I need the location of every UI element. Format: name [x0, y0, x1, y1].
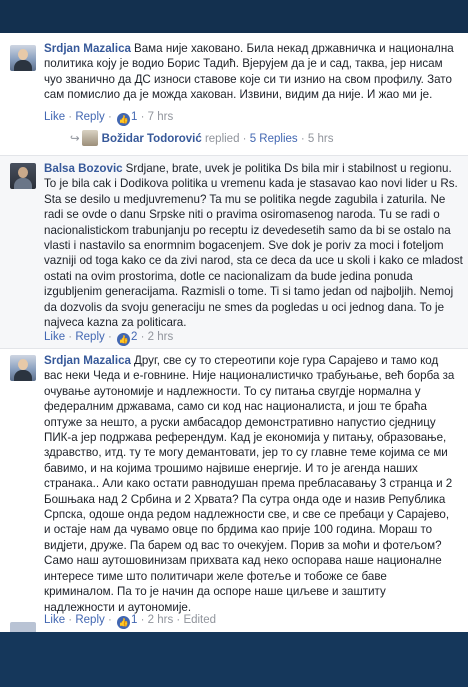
- comment-text-line: nacionalistickom trabunjanju po receptu …: [44, 223, 451, 237]
- like-button[interactable]: Like: [44, 614, 65, 626]
- comment-author[interactable]: Srdjan Mazalica: [44, 354, 131, 367]
- reply-timestamp: 5 hrs: [307, 133, 334, 145]
- comment-1: Srdjan Mazalica Вама није хаковано. Била …: [0, 33, 468, 153]
- comment-text-line: интересе тиме што политичари желе фотеље…: [44, 569, 387, 583]
- comment-text-line: To je bila cak i Dodikova politika u vre…: [44, 177, 458, 191]
- comment-text-line: федералним државама, само си код нас нац…: [44, 400, 427, 414]
- comment-3: Srdjan Mazalica Друг, све су то стереотип…: [0, 349, 468, 629]
- comment-thread-panel: Srdjan Mazalica Вама није хаковано. Била …: [0, 33, 468, 632]
- comment-text-line: очување аутономије и надлежности. То су …: [44, 384, 421, 398]
- comment-text-line: бавимо, и на којима трошимо највише енер…: [44, 461, 418, 475]
- reply-button[interactable]: Reply: [75, 614, 104, 626]
- comment-text-line: видјети, друже. Па барем од вас то очеку…: [44, 538, 442, 552]
- comment-author[interactable]: Srdjan Mazalica: [44, 42, 131, 55]
- comment-text-line: izgubljenim generacijama. Razmisli o tom…: [44, 285, 454, 299]
- thumbs-up-icon: 👍: [116, 333, 130, 346]
- replies-count-link[interactable]: 5 Replies: [250, 133, 298, 145]
- avatar[interactable]: [10, 163, 36, 189]
- comment-text-line: вас неки Чеда и е-говнине. Није национал…: [44, 369, 455, 383]
- reply-author[interactable]: Božidar Todorović: [102, 133, 202, 145]
- like-count[interactable]: 1: [131, 111, 137, 123]
- comment-text-line: сам помислио да је можда хакован. Извини…: [44, 88, 433, 102]
- comment-text-line: da dozvolis da svoju generaciju ne smes …: [44, 300, 445, 314]
- top-background-band: [0, 0, 468, 33]
- avatar: [81, 130, 98, 146]
- like-button[interactable]: Like: [44, 331, 65, 343]
- comment-text-line: vazniji od toga kako ce da zivi narod, s…: [44, 254, 463, 268]
- comment-actions: Like · Reply · 👍 1 · 2 hrs · Edited: [44, 614, 217, 629]
- comment-actions: Like · Reply · 👍 2 · 2 hrs: [44, 331, 174, 346]
- comment-text-line: Бошњака над 2 Србина и 2 Хрвата? Па сутр…: [44, 492, 446, 506]
- reply-button[interactable]: Reply: [75, 331, 104, 343]
- thumbs-up-icon: 👍: [116, 616, 130, 629]
- comment-author[interactable]: Balsa Bozovic: [44, 162, 123, 175]
- reply-arrow-icon: ↪: [70, 133, 80, 145]
- comment-text-line: ПИК-а јер подржава референдум. Кад је ек…: [44, 431, 447, 445]
- comment-text-line: и остаје нам да чувамо овце по брдима ка…: [44, 523, 433, 537]
- avatar[interactable]: [10, 45, 36, 71]
- comment-text-line: здравство, итд. ту те могу демантовати, …: [44, 446, 448, 460]
- edited-label[interactable]: Edited: [183, 614, 216, 626]
- comment-text-line: криминалом. Па то је начин да оспоре наш…: [44, 585, 386, 599]
- reply-preview[interactable]: ↪ Božidar Todorović replied · 5 Replies ·…: [70, 130, 333, 147]
- reply-verb: replied: [204, 133, 240, 145]
- avatar[interactable]: [10, 355, 36, 381]
- comment-text-line: Српска, одоше онда редом надлежности све…: [44, 508, 450, 522]
- reply-button[interactable]: Reply: [75, 111, 104, 123]
- comment-text-line: политика коју је водио Борис Тадић. Вјер…: [44, 57, 443, 71]
- comment-body: Srdjan Mazalica Вама није хаковано. Била …: [44, 41, 454, 103]
- thumbs-up-icon: 👍: [116, 113, 130, 126]
- comment-text-line: vlasti i nastavilo sa enormnim bogacenje…: [44, 239, 444, 253]
- bottom-background-band: [0, 632, 468, 687]
- like-count[interactable]: 1: [131, 614, 137, 626]
- avatar: [10, 622, 36, 632]
- comment-text-line: ostati na ovim prostorima, dotle ce naci…: [44, 269, 413, 283]
- comment-text-line: чуо званично да ДС износи ставове које с…: [44, 72, 452, 86]
- comment-text-line: Вама није хаковано. Била некад државничк…: [134, 42, 454, 55]
- comment-text-line: Srdjane, brate, uvek je politika Ds bila…: [125, 162, 452, 175]
- comment-body: Srdjan Mazalica Друг, све су то стереотип…: [44, 353, 454, 615]
- comment-text-line: оптуже за нешто, а руски амбасадор демон…: [44, 415, 436, 429]
- comment-timestamp[interactable]: 2 hrs: [148, 614, 174, 626]
- comment-2: Balsa Bozovic Srdjane, brate, uvek je pol…: [0, 156, 468, 348]
- like-button[interactable]: Like: [44, 111, 65, 123]
- comment-timestamp[interactable]: 2 hrs: [148, 331, 174, 343]
- comment-timestamp[interactable]: 7 hrs: [148, 111, 174, 123]
- comment-text-line: najveca kazna za politicara.: [44, 316, 187, 330]
- comment-actions: Like · Reply · 👍 1 · 7 hrs: [44, 111, 174, 126]
- comment-text-line: Друг, све су то стереотипи које гура Сар…: [134, 354, 439, 367]
- comment-body: Balsa Bozovic Srdjane, brate, uvek je pol…: [44, 161, 463, 330]
- comment-text-line: Sta se desilo u medjuvremenu? Ta mu se p…: [44, 192, 446, 206]
- like-count[interactable]: 2: [131, 331, 137, 343]
- comment-text-line: странака.. Али како остати равнодушан пр…: [44, 477, 453, 491]
- comment-text-line: Само наш аутошовинизам прихвата кад неко…: [44, 554, 442, 568]
- comment-text-line: radi se ovde o danu Srpske niti o pravim…: [44, 208, 440, 222]
